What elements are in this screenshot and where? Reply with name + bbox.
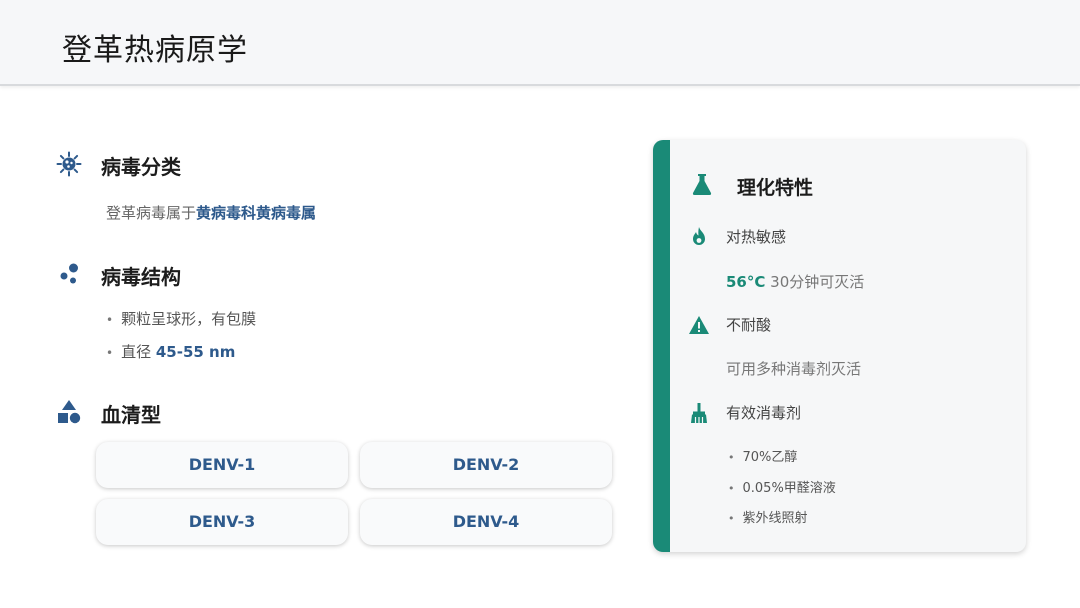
broom-icon (691, 403, 707, 423)
structure-title: 病毒结构 (101, 265, 181, 289)
structure-item-shape: • 颗粒呈球形，有包膜 (106, 310, 257, 328)
shapes-icon (58, 400, 81, 424)
disinfectant-item: • 0.05%甲醛溶液 (728, 481, 836, 496)
fire-icon (693, 227, 705, 245)
acid-label: 不耐酸 (726, 316, 772, 334)
disinfectant-item: • 70%乙醇 (728, 450, 798, 465)
classification-text: 登革病毒属于黄病毒科黄病毒属 (106, 204, 317, 222)
disinfectant-label: 有效消毒剂 (726, 404, 802, 422)
properties-title: 理化特性 (737, 177, 814, 199)
header-bar: 登革热病原学 (0, 0, 1080, 86)
serotype-chip-denv1: DENV-1 (96, 442, 348, 488)
serotypes-title: 血清型 (101, 403, 161, 427)
page-title: 登革热病原学 (62, 33, 248, 68)
serotype-chip-denv4: DENV-4 (360, 499, 612, 545)
properties-card: 理化特性 对热敏感 56°C 30分钟可灭活 不耐酸 可用多种消毒剂灭活 有效消… (653, 140, 1026, 552)
heat-label: 对热敏感 (726, 228, 787, 246)
warning-icon (689, 316, 709, 334)
classification-title: 病毒分类 (101, 155, 181, 179)
molecule-dots-icon (60, 263, 78, 284)
virus-icon (56, 151, 82, 177)
card-accent-bar (653, 140, 670, 552)
disinfectant-item: • 紫外线照射 (728, 511, 808, 526)
structure-item-diameter: • 直径 45-55 nm (106, 343, 236, 361)
acid-note: 可用多种消毒剂灭活 (726, 360, 862, 378)
heat-note: 56°C 30分钟可灭活 (726, 273, 865, 291)
flask-icon (692, 174, 712, 195)
serotype-chip-denv3: DENV-3 (96, 499, 348, 545)
family-highlight: 黄病毒科黄病毒属 (196, 204, 317, 222)
serotype-chip-denv2: DENV-2 (360, 442, 612, 488)
